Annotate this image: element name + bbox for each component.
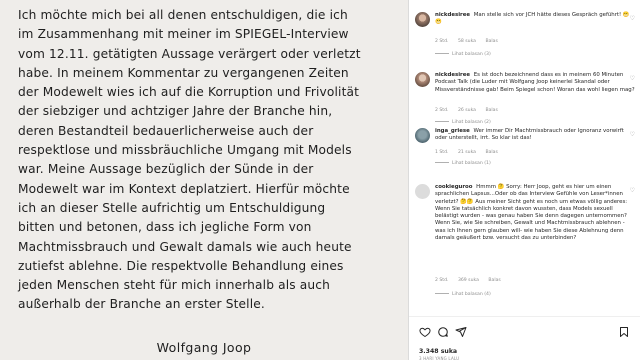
replies-line	[435, 53, 449, 54]
statement-line: vom 12.11. getätigten Aussage verärgert …	[18, 46, 361, 61]
reply-button[interactable]: Balas	[485, 108, 497, 113]
view-replies-button[interactable]: Lihat balasan (4)	[435, 292, 491, 297]
statement-line: außerhalb der Branche an erster Stelle.	[18, 297, 265, 312]
statement-line: Machtmissbrauch und Gewalt damals wie au…	[18, 239, 352, 254]
comment-body: nickdesiree Man stelle sich vor JCH hätt…	[435, 12, 635, 27]
statement-line: zutiefst ablehne. Die respektvolle Behan…	[18, 258, 344, 273]
comment-item: nickdesiree Man stelle sich vor JCH hätt…	[415, 12, 637, 72]
comment-meta: 2 Std. 369 suka Balas	[435, 278, 509, 283]
comment-item: nickdesiree Es ist doch bezeichnend dass…	[415, 72, 637, 132]
signature: Wolfgang Joop	[156, 340, 252, 355]
comment-username[interactable]: nickdesiree	[435, 12, 470, 18]
statement-line: Ich möchte mich bei all denen entschuldi…	[18, 8, 348, 22]
comment-body: nickdesiree Es ist doch bezeichnend dass…	[435, 72, 635, 94]
view-replies-label[interactable]: Lihat balasan (1)	[452, 161, 491, 166]
statement-text: Ich möchte mich bei all denen entschuldi…	[18, 6, 394, 315]
heart-icon[interactable]: ♡	[630, 131, 635, 138]
view-replies-label[interactable]: Lihat balasan (4)	[452, 292, 491, 297]
reply-button[interactable]: Balas	[488, 278, 500, 283]
comment-likes[interactable]: 58 suka	[458, 39, 476, 44]
statement-line: war. Meine Aussage bezüglich der Sünde i…	[18, 162, 314, 177]
statement-line: jeden Menschen steht für mich innerhalb …	[18, 278, 331, 293]
heart-icon[interactable]: ♡	[630, 15, 635, 22]
avatar[interactable]	[415, 128, 430, 143]
comment-item: cookieguroo Hmmm 🤔 Sorry: Herr Joop, geh…	[415, 184, 637, 314]
comment-likes[interactable]: 21 suka	[458, 150, 476, 155]
reply-button[interactable]: Balas	[485, 150, 497, 155]
heart-icon[interactable]	[419, 326, 431, 338]
statement-line: deren Bestandteil bedauerlicherweise auc…	[18, 123, 314, 138]
likes-count[interactable]: 3.348 suka	[419, 348, 457, 355]
view-replies-button[interactable]: Lihat balasan (1)	[435, 161, 491, 166]
heart-icon[interactable]: ♡	[630, 75, 635, 82]
statement-line: habe. In meinem Kommentar zu vergangenen…	[18, 65, 349, 80]
comment-meta: 1 Std. 21 suka Balas	[435, 150, 506, 155]
view-replies-label[interactable]: Lihat balasan (2)	[452, 120, 491, 125]
avatar[interactable]	[415, 184, 430, 199]
statement-line: der Modewelt wies ich auf die Korruption…	[18, 85, 360, 100]
comment-time: 2 Std.	[435, 278, 449, 283]
post-image: Ich möchte mich bei all denen entschuldi…	[0, 0, 408, 360]
comment-body: inga_griese Wer immer Dir Machtmissbrauc…	[435, 128, 635, 143]
comment-item: inga_griese Wer immer Dir Machtmissbrauc…	[415, 128, 637, 182]
comment-likes[interactable]: 369 suka	[458, 278, 479, 283]
statement-line: Modewelt war im Kontext deplatziert. Hie…	[18, 181, 350, 196]
statement-line: der siebziger und achtziger Jahre der Br…	[18, 104, 333, 119]
comment-likes[interactable]: 26 suka	[458, 108, 476, 113]
comment-time: 2 Std.	[435, 39, 449, 44]
comments-panel: nickdesiree Man stelle sich vor JCH hätt…	[409, 0, 640, 361]
comment-icon[interactable]	[437, 326, 449, 338]
view-replies-button[interactable]: Lihat balasan (2)	[435, 120, 491, 125]
avatar[interactable]	[415, 72, 430, 87]
replies-line	[435, 293, 449, 294]
share-icon[interactable]	[455, 326, 467, 338]
replies-line	[435, 121, 449, 122]
comment-username[interactable]: nickdesiree	[435, 72, 470, 78]
action-bar: 3.348 suka 3 HARI YANG LALU	[409, 316, 640, 361]
comment-time: 2 Std.	[435, 108, 449, 113]
comment-time: 1 Std.	[435, 150, 449, 155]
comment-body: cookieguroo Hmmm 🤔 Sorry: Herr Joop, geh…	[435, 184, 635, 242]
bookmark-icon[interactable]	[618, 326, 630, 338]
comment-text: Hmmm 🤔 Sorry: Herr Joop, geht es hier um…	[435, 184, 628, 242]
statement-line: bitten und betonen, dass ich jegliche Fo…	[18, 220, 312, 235]
statement-line: im Zusammenhang mit meiner im SPIEGEL-In…	[18, 27, 349, 42]
replies-line	[435, 162, 449, 163]
post-time: 3 HARI YANG LALU	[419, 356, 460, 361]
comment-username[interactable]: cookieguroo	[435, 184, 472, 190]
reply-button[interactable]: Balas	[485, 39, 497, 44]
comment-username[interactable]: inga_griese	[435, 128, 470, 134]
avatar[interactable]	[415, 12, 430, 27]
comment-meta: 2 Std. 58 suka Balas	[435, 39, 506, 44]
heart-icon[interactable]: ♡	[630, 187, 635, 194]
statement-line: ich an dieser Stelle aufrichtig um Entsc…	[18, 200, 326, 215]
view-replies-label[interactable]: Lihat balasan (3)	[452, 52, 491, 57]
view-replies-button[interactable]: Lihat balasan (3)	[435, 52, 491, 57]
comment-meta: 2 Std. 26 suka Balas	[435, 108, 506, 113]
statement-line: respektlose und missbräuchliche Umgang m…	[18, 143, 352, 158]
